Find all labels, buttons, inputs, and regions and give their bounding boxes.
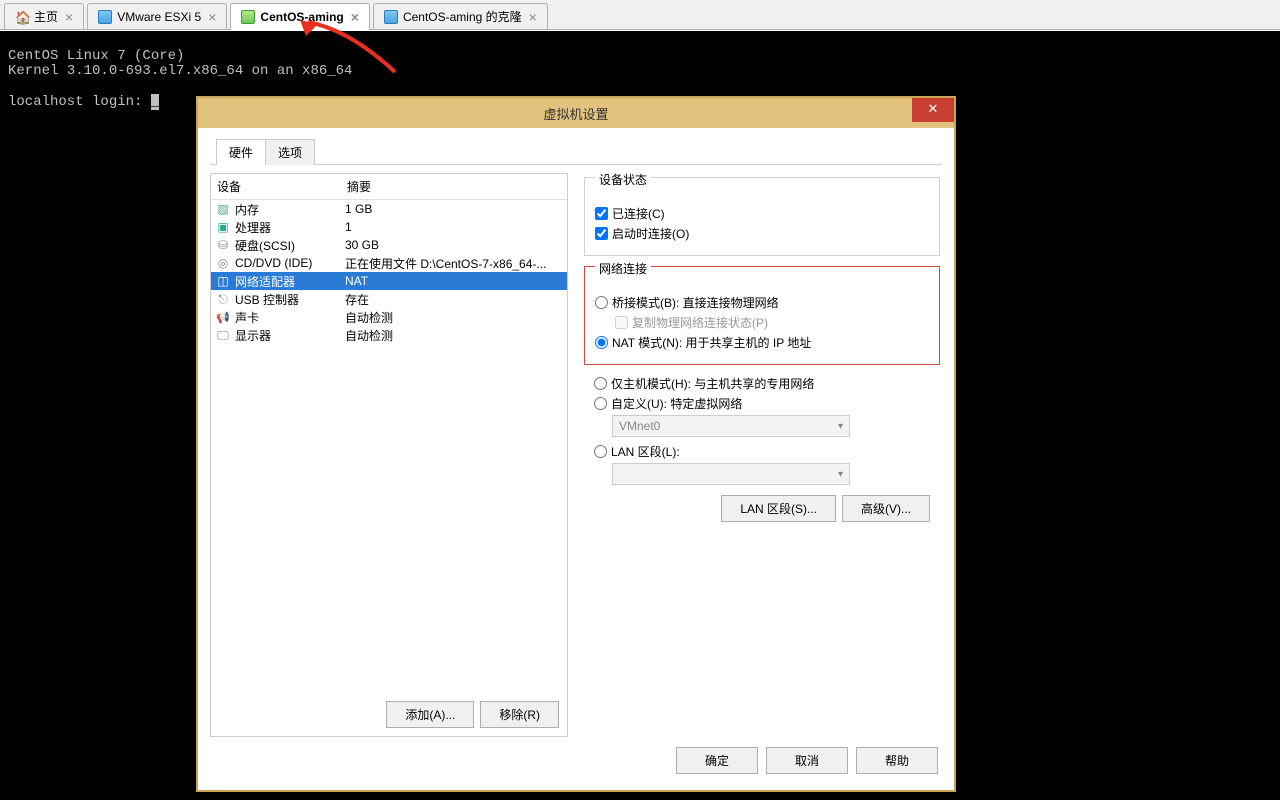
tab-centos-aming[interactable]: CentOS-aming × — [230, 3, 370, 30]
vm-icon — [98, 10, 112, 24]
terminal-line: CentOS Linux 7 (Core) — [8, 48, 184, 64]
device-row-memory[interactable]: 内存1 GB — [211, 200, 567, 218]
network-connection-group: 网络连接 桥接模式(B): 直接连接物理网络 复制物理网络连接状态(P) NAT… — [584, 266, 940, 365]
connected-checkbox[interactable]: 已连接(C) — [595, 205, 929, 222]
app-tab-bar: 主页 × VMware ESXi 5 × CentOS-aming × Cent… — [0, 0, 1280, 30]
tab-label: CentOS-aming 的克隆 — [403, 8, 522, 25]
vmnet-select: VMnet0▾ — [612, 415, 850, 437]
tab-label: VMware ESXi 5 — [117, 10, 201, 24]
device-row-sound[interactable]: 声卡自动检测 — [211, 308, 567, 326]
close-icon[interactable]: × — [351, 10, 359, 24]
group-legend: 网络连接 — [595, 260, 651, 277]
tab-home[interactable]: 主页 × — [4, 3, 84, 29]
col-summary: 摘要 — [347, 178, 561, 195]
close-icon[interactable]: × — [208, 10, 216, 24]
tab-esxi[interactable]: VMware ESXi 5 × — [87, 3, 227, 29]
remove-device-button[interactable]: 移除(R) — [480, 701, 559, 728]
tab-options[interactable]: 选项 — [265, 139, 315, 165]
close-icon[interactable]: × — [529, 10, 537, 24]
group-legend: 设备状态 — [595, 171, 651, 188]
help-button[interactable]: 帮助 — [856, 747, 938, 774]
dialog-tabstrip: 硬件 选项 — [210, 138, 942, 165]
vm-settings-dialog: 虚拟机设置 ✕ 硬件 选项 设备 摘要 内存1 GB 处理器1 硬盘(SCSI)… — [196, 96, 956, 792]
chevron-down-icon: ▾ — [838, 421, 843, 432]
display-icon — [215, 328, 231, 342]
device-list-header: 设备 摘要 — [211, 174, 567, 200]
tab-hardware[interactable]: 硬件 — [216, 139, 266, 165]
network-icon — [215, 274, 231, 288]
terminal-line: Kernel 3.10.0-693.el7.x86_64 on an x86_6… — [8, 63, 352, 79]
lanseg-radio[interactable]: LAN 区段(L): — [594, 443, 930, 460]
device-list-panel: 设备 摘要 内存1 GB 处理器1 硬盘(SCSI)30 GB CD/DVD (… — [210, 173, 568, 737]
connect-onstart-checkbox[interactable]: 启动时连接(O) — [595, 225, 929, 242]
login-prompt: localhost login: — [8, 94, 151, 110]
close-icon[interactable]: × — [65, 10, 73, 24]
device-row-usb[interactable]: USB 控制器存在 — [211, 290, 567, 308]
device-row-display[interactable]: 显示器自动检测 — [211, 326, 567, 344]
disk-icon — [215, 238, 231, 252]
memory-icon — [215, 202, 231, 216]
advanced-button[interactable]: 高级(V)... — [842, 495, 930, 522]
bridge-radio[interactable]: 桥接模式(B): 直接连接物理网络 — [595, 294, 929, 311]
tab-label: 主页 — [34, 8, 58, 25]
tab-centos-clone[interactable]: CentOS-aming 的克隆 × — [373, 3, 548, 29]
device-status-group: 设备状态 已连接(C) 启动时连接(O) — [584, 177, 940, 256]
device-row-disk[interactable]: 硬盘(SCSI)30 GB — [211, 236, 567, 254]
usb-icon — [215, 292, 231, 306]
device-row-cddvd[interactable]: CD/DVD (IDE)正在使用文件 D:\CentOS-7-x86_64-..… — [211, 254, 567, 272]
home-icon — [15, 10, 29, 24]
vm-icon — [384, 10, 398, 24]
disc-icon — [215, 256, 231, 270]
custom-radio[interactable]: 自定义(U): 特定虚拟网络 — [594, 395, 930, 412]
replicate-checkbox: 复制物理网络连接状态(P) — [615, 314, 929, 331]
chevron-down-icon: ▾ — [838, 469, 843, 480]
dialog-titlebar[interactable]: 虚拟机设置 ✕ — [198, 98, 954, 128]
device-row-network[interactable]: 网络适配器NAT — [211, 272, 567, 290]
dialog-close-button[interactable]: ✕ — [912, 98, 954, 122]
cancel-button[interactable]: 取消 — [766, 747, 848, 774]
tab-label: CentOS-aming — [260, 10, 343, 24]
dialog-footer: 确定 取消 帮助 — [210, 737, 942, 780]
device-row-cpu[interactable]: 处理器1 — [211, 218, 567, 236]
ok-button[interactable]: 确定 — [676, 747, 758, 774]
cursor-icon: _ — [151, 94, 159, 110]
cpu-icon — [215, 220, 231, 234]
device-settings-panel: 设备状态 已连接(C) 启动时连接(O) 网络连接 桥接模式(B): 直接连接物… — [582, 173, 942, 737]
nat-radio[interactable]: NAT 模式(N): 用于共享主机的 IP 地址 — [595, 334, 929, 351]
lanseg-select: ▾ — [612, 463, 850, 485]
vm-running-icon — [241, 10, 255, 24]
lan-segments-button[interactable]: LAN 区段(S)... — [721, 495, 836, 522]
dialog-title: 虚拟机设置 — [543, 104, 608, 123]
hostonly-radio[interactable]: 仅主机模式(H): 与主机共享的专用网络 — [594, 375, 930, 392]
col-device: 设备 — [217, 178, 347, 195]
sound-icon — [215, 310, 231, 324]
add-device-button[interactable]: 添加(A)... — [386, 701, 474, 728]
device-list[interactable]: 内存1 GB 处理器1 硬盘(SCSI)30 GB CD/DVD (IDE)正在… — [211, 200, 567, 693]
